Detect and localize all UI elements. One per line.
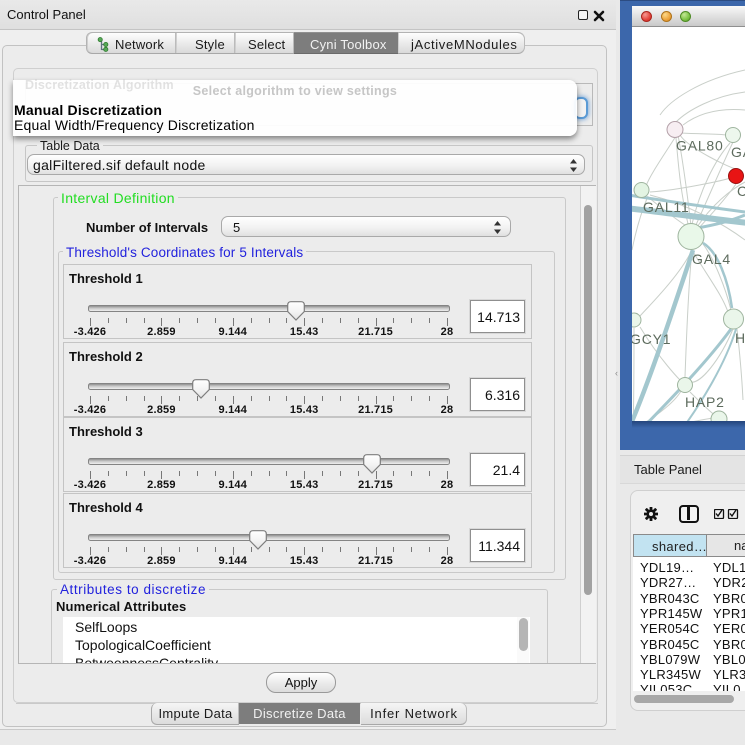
svg-text:GCY1: GCY1 (632, 331, 671, 347)
svg-text:C: C (737, 183, 745, 199)
svg-text:GA: GA (731, 144, 745, 160)
svg-text:GAL80: GAL80 (676, 138, 724, 154)
svg-text:H: H (735, 330, 745, 346)
svg-text:HAP2: HAP2 (685, 394, 725, 410)
svg-text:GAL4: GAL4 (692, 251, 731, 267)
svg-text:GAL11: GAL11 (643, 199, 690, 215)
